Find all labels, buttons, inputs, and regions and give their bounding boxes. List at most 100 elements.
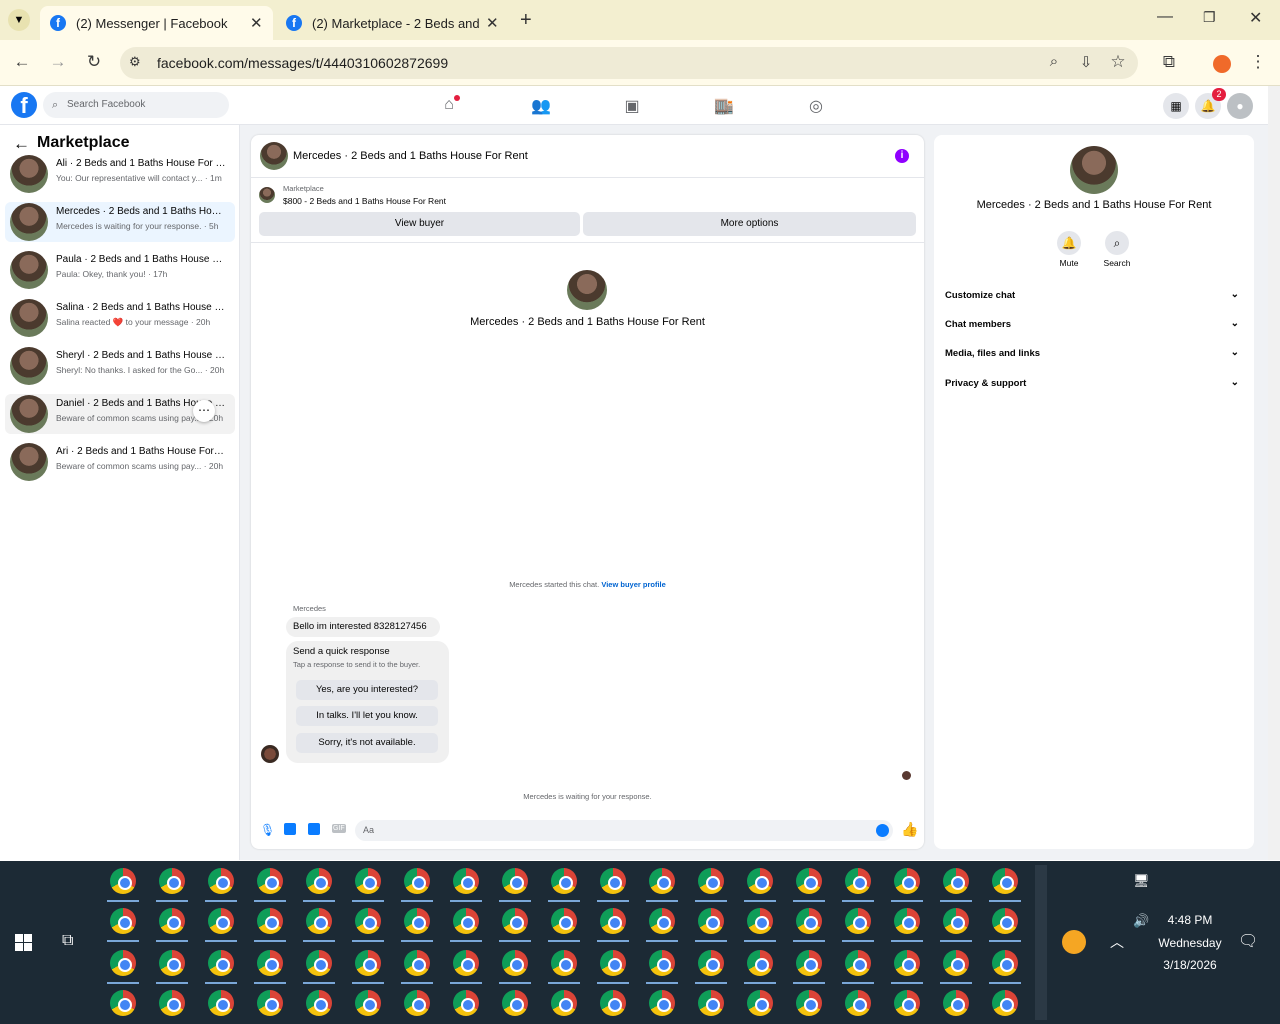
taskbar-app-icon[interactable] — [600, 908, 626, 934]
message-input[interactable] — [355, 820, 893, 841]
taskbar-app-icon[interactable] — [110, 990, 136, 1016]
section-privacy-support[interactable]: Privacy & support ⌄ — [945, 377, 1245, 389]
taskbar-app-icon[interactable] — [110, 950, 136, 976]
back-arrow-icon[interactable]: ← — [13, 134, 30, 154]
install-app-icon[interactable]: ⇩ — [1074, 53, 1098, 71]
taskbar-app-icon[interactable] — [894, 868, 920, 894]
taskbar-app-icon[interactable] — [355, 990, 381, 1016]
volume-icon[interactable]: 🔊 — [1133, 913, 1149, 929]
taskbar-app-icon[interactable] — [453, 908, 479, 934]
search-icon[interactable]: ⌕ — [1105, 231, 1129, 255]
groups-icon[interactable]: ◎ — [806, 96, 826, 116]
taskbar-app-icon[interactable] — [551, 868, 577, 894]
friends-icon[interactable]: 👥 — [531, 96, 551, 116]
taskbar-app-icon[interactable] — [502, 950, 528, 976]
taskbar-app-icon[interactable] — [453, 868, 479, 894]
extensions-icon[interactable]: ⧉ — [1157, 52, 1181, 72]
taskbar-app-icon[interactable] — [747, 868, 773, 894]
taskbar-app-icon[interactable] — [845, 868, 871, 894]
forward-icon[interactable]: → — [46, 52, 70, 72]
facebook-logo-icon[interactable]: f — [11, 92, 37, 118]
taskbar-app-icon[interactable] — [306, 950, 332, 976]
tab-search-button[interactable]: ▼ — [8, 9, 30, 31]
listing-thumbnail[interactable] — [259, 187, 275, 203]
taskbar-app-icon[interactable] — [796, 868, 822, 894]
quick-reply-button[interactable]: Yes, are you interested? — [296, 680, 438, 700]
chevron-up-icon[interactable]: ︿ — [1110, 932, 1124, 952]
taskbar-app-icon[interactable] — [845, 990, 871, 1016]
weather-icon[interactable] — [1062, 930, 1086, 954]
profile-icon[interactable] — [1213, 55, 1231, 73]
menu-kebab-icon[interactable]: ⋮ — [1246, 52, 1270, 72]
chat-header-title[interactable]: Mercedes · 2 Beds and 1 Baths House For … — [293, 150, 528, 162]
notification-center-icon[interactable]: 🗨 — [1238, 931, 1258, 951]
taskbar-app-icon[interactable] — [600, 990, 626, 1016]
page-scrollbar[interactable] — [1268, 86, 1280, 860]
taskbar-app-icon[interactable] — [894, 950, 920, 976]
taskbar-app-icon[interactable] — [992, 908, 1018, 934]
photo-icon[interactable] — [284, 823, 296, 835]
section-chat-members[interactable]: Chat members ⌄ — [945, 318, 1245, 330]
taskbar-app-icon[interactable] — [453, 990, 479, 1016]
taskbar-app-icon[interactable] — [894, 908, 920, 934]
reload-icon[interactable]: ↻ — [82, 52, 106, 72]
site-info-icon[interactable]: ⚙ — [129, 54, 141, 70]
quick-reply-button[interactable]: Sorry, it's not available. — [296, 733, 438, 753]
taskbar-app-icon[interactable] — [796, 950, 822, 976]
clock-day[interactable]: Wednesday — [1150, 936, 1230, 950]
taskbar-app-icon[interactable] — [845, 908, 871, 934]
taskbar-app-icon[interactable] — [453, 950, 479, 976]
url-text[interactable]: facebook.com/messages/t/4440310602872699 — [157, 55, 448, 71]
taskbar-app-icon[interactable] — [943, 908, 969, 934]
taskbar-app-icon[interactable] — [208, 908, 234, 934]
chat-header-avatar[interactable] — [260, 142, 288, 170]
taskbar-app-icon[interactable] — [404, 990, 430, 1016]
taskbar-app-icon[interactable] — [159, 908, 185, 934]
taskbar-app-icon[interactable] — [796, 990, 822, 1016]
microphone-icon[interactable]: 🎙 — [260, 823, 275, 837]
taskbar-app-icon[interactable] — [649, 990, 675, 1016]
marketplace-icon[interactable]: 🏬 — [714, 96, 734, 116]
taskbar-app-icon[interactable] — [257, 950, 283, 976]
taskbar-app-icon[interactable] — [649, 950, 675, 976]
sender-avatar[interactable] — [261, 745, 279, 763]
zoom-icon[interactable]: ⌕ — [1042, 53, 1066, 70]
new-tab-icon[interactable]: + — [520, 9, 532, 32]
taskbar-app-icon[interactable] — [159, 990, 185, 1016]
conversation-item[interactable]: Ali · 2 Beds and 1 Baths House For Rent Y… — [5, 154, 235, 194]
menu-grid-icon[interactable]: ▦ — [1163, 93, 1189, 119]
taskbar-app-icon[interactable] — [551, 990, 577, 1016]
taskbar-app-icon[interactable] — [796, 908, 822, 934]
restore-icon[interactable]: ❐ — [1203, 9, 1216, 26]
taskbar-app-icon[interactable] — [502, 908, 528, 934]
taskbar-app-icon[interactable] — [943, 990, 969, 1016]
taskbar-app-icon[interactable] — [257, 990, 283, 1016]
more-options-button[interactable]: More options — [583, 212, 916, 236]
taskbar-app-icon[interactable] — [159, 868, 185, 894]
taskbar-app-icon[interactable] — [208, 868, 234, 894]
minimize-icon[interactable]: — — [1157, 8, 1173, 26]
taskbar-app-icon[interactable] — [845, 950, 871, 976]
taskbar-app-icon[interactable] — [110, 868, 136, 894]
taskbar-app-icon[interactable] — [306, 868, 332, 894]
taskbar-app-icon[interactable] — [894, 990, 920, 1016]
taskbar-app-icon[interactable] — [502, 868, 528, 894]
taskbar-app-icon[interactable] — [649, 868, 675, 894]
gif-icon[interactable]: GIF — [332, 824, 346, 833]
taskbar-app-icon[interactable] — [649, 908, 675, 934]
taskbar-app-icon[interactable] — [502, 990, 528, 1016]
taskbar-app-icon[interactable] — [600, 868, 626, 894]
taskbar-app-icon[interactable] — [698, 990, 724, 1016]
quick-reply-button[interactable]: In talks. I'll let you know. — [296, 706, 438, 726]
taskbar-app-icon[interactable] — [355, 950, 381, 976]
more-actions-icon[interactable]: ⋯ — [193, 400, 215, 422]
taskbar-app-icon[interactable] — [992, 950, 1018, 976]
taskbar-app-icon[interactable] — [600, 950, 626, 976]
taskbar-app-icon[interactable] — [698, 950, 724, 976]
conversation-item[interactable]: Ari · 2 Beds and 1 Baths House For Rent B… — [5, 442, 235, 482]
view-buyer-button[interactable]: View buyer — [259, 212, 580, 236]
conversation-item[interactable]: Salina · 2 Beds and 1 Baths House For Re… — [5, 298, 235, 338]
tab-marketplace[interactable]: f (2) Marketplace - 2 Beds and 1 Baths ✕ — [276, 6, 512, 40]
taskbar-app-icon[interactable] — [943, 950, 969, 976]
conversation-item[interactable]: Daniel · 2 Beds and 1 Baths House For Re… — [5, 394, 235, 434]
